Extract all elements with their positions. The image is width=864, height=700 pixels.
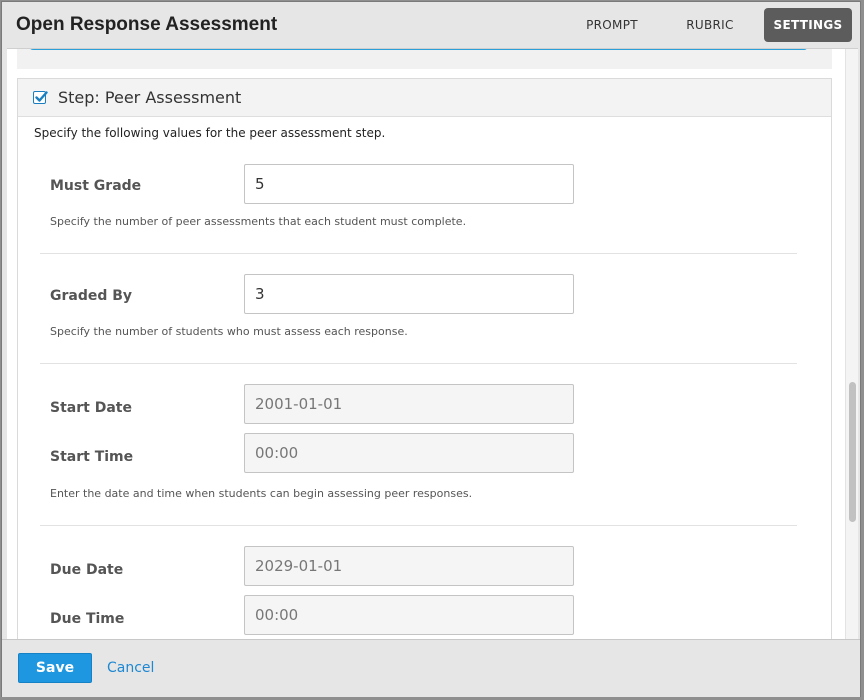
divider (40, 253, 797, 254)
start-date-label: Start Date (50, 400, 132, 416)
start-date-input[interactable] (244, 384, 574, 424)
peer-assessment-checkbox[interactable] (33, 91, 48, 104)
cancel-link[interactable]: Cancel (107, 660, 154, 676)
must-grade-label: Must Grade (50, 178, 142, 194)
section-header: Step: Peer Assessment (18, 79, 831, 117)
tab-prompt[interactable]: PROMPT (570, 8, 654, 42)
page-title: Open Response Assessment (16, 14, 278, 35)
save-button[interactable]: Save (18, 653, 92, 683)
modal-header: Open Response Assessment PROMPT RUBRIC S… (2, 2, 860, 48)
due-time-input[interactable] (244, 595, 574, 635)
previous-section-field[interactable] (29, 49, 808, 50)
due-date-label: Due Date (50, 562, 124, 578)
graded-by-input[interactable] (244, 274, 574, 314)
tab-settings[interactable]: SETTINGS (764, 8, 852, 42)
scrollbar[interactable] (845, 49, 858, 639)
peer-assessment-section: Step: Peer Assessment Specify the follow… (17, 78, 832, 639)
previous-section (17, 49, 832, 69)
scrollbar-thumb[interactable] (849, 382, 856, 522)
tab-rubric[interactable]: RUBRIC (670, 8, 750, 42)
must-grade-help: Specify the number of peer assessments t… (50, 215, 467, 228)
start-help: Enter the date and time when students ca… (50, 487, 473, 500)
modal-window: Open Response Assessment PROMPT RUBRIC S… (1, 1, 861, 697)
start-time-label: Start Time (50, 449, 134, 465)
graded-by-label: Graded By (50, 288, 133, 304)
due-date-input[interactable] (244, 546, 574, 586)
divider (40, 525, 797, 526)
must-grade-input[interactable] (244, 164, 574, 204)
section-title: Step: Peer Assessment (58, 88, 242, 107)
start-time-input[interactable] (244, 433, 574, 473)
due-time-label: Due Time (50, 611, 125, 627)
checkmark-icon (35, 91, 48, 102)
divider (40, 363, 797, 364)
section-description: Specify the following values for the pee… (34, 126, 386, 140)
settings-content: Step: Peer Assessment Specify the follow… (7, 48, 858, 639)
modal-footer: Save Cancel (2, 639, 860, 697)
graded-by-help: Specify the number of students who must … (50, 325, 408, 338)
